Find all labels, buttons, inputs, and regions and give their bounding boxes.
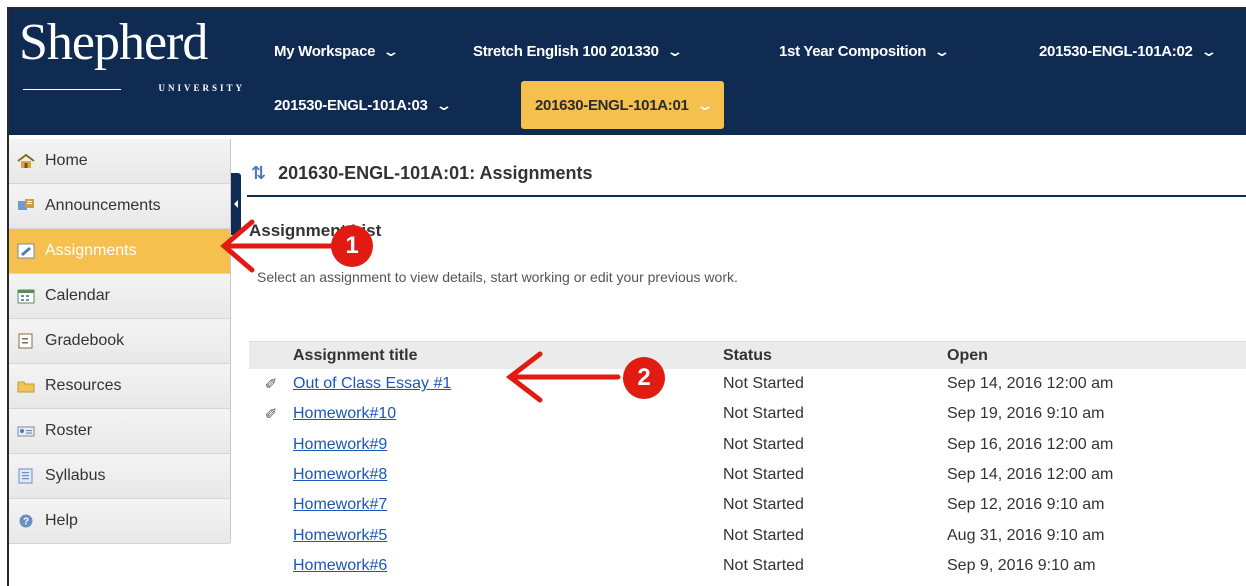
sidebar-item-help[interactable]: ? Help [9, 499, 230, 544]
chevron-down-icon: ⌄ [434, 97, 453, 113]
university-logo[interactable]: Shepherd UNIVERSITY [19, 15, 249, 107]
step-2-badge: 2 [623, 357, 665, 399]
chevron-down-icon: ⌄ [695, 97, 714, 113]
table-header-row: Assignment title Status Open [249, 341, 1246, 369]
sidebar-item-calendar[interactable]: Calendar [9, 274, 230, 319]
sidebar-item-label: Syllabus [45, 467, 106, 484]
sidebar-item-label: Roster [45, 422, 93, 439]
assignment-link[interactable]: Homework#7 [293, 496, 387, 513]
nav-engl-101a-03[interactable]: 201530-ENGL-101A:03 ⌄ [274, 81, 453, 129]
chevron-down-icon: ⌄ [933, 43, 951, 59]
chevron-down-icon: ⌄ [665, 43, 684, 59]
sidebar-collapse-toggle[interactable] [231, 173, 241, 235]
table-row: Homework#5 Not Started Aug 31, 2016 9:10… [249, 520, 1246, 550]
nav-label: 201530-ENGL-101A:03 [274, 97, 428, 114]
assignment-link[interactable]: Homework#8 [293, 466, 387, 483]
gradebook-icon [18, 333, 33, 349]
open-date-cell: Sep 9, 2016 9:10 am [947, 556, 1096, 574]
status-cell: Not Started [723, 496, 804, 514]
assignment-table: Assignment title Status Open ✐ Out of Cl… [249, 341, 1246, 581]
table-row: ✐ Homework#10 Not Started Sep 19, 2016 9… [249, 399, 1246, 429]
sidebar-item-label: Home [45, 152, 88, 169]
status-cell: Not Started [723, 435, 804, 453]
assignment-link[interactable]: Homework#10 [293, 405, 396, 422]
sidebar-item-home[interactable]: Home [9, 139, 230, 184]
calendar-icon [17, 289, 35, 304]
open-date-cell: Sep 16, 2016 12:00 am [947, 435, 1114, 453]
sidebar-item-resources[interactable]: Resources [9, 364, 230, 409]
sidebar-item-label: Help [45, 512, 78, 529]
status-cell: Not Started [723, 405, 804, 423]
column-header-title[interactable]: Assignment title [293, 347, 723, 365]
sidebar-item-roster[interactable]: Roster [9, 409, 230, 454]
page-title: ⇅ 201630-ENGL-101A:01: Assignments [247, 159, 593, 187]
sidebar-item-assignments[interactable]: Assignments [9, 229, 230, 274]
table-row: Homework#7 Not Started Sep 12, 2016 9:10… [249, 490, 1246, 520]
announcements-icon [18, 199, 34, 210]
chevron-down-icon: ⌄ [1199, 43, 1218, 59]
sidebar-item-label: Assignments [45, 242, 137, 259]
attachment-icon: ✐ [264, 406, 278, 424]
nav-stretch-english[interactable]: Stretch English 100 201330 ⌄ [473, 27, 684, 75]
open-date-cell: Sep 19, 2016 9:10 am [947, 405, 1105, 423]
status-cell: Not Started [723, 375, 804, 393]
nav-my-workspace[interactable]: My Workspace ⌄ [274, 27, 400, 75]
sidebar-item-label: Resources [45, 377, 122, 394]
open-date-cell: Sep 14, 2016 12:00 am [947, 375, 1114, 393]
folder-icon [17, 381, 35, 393]
app-window: Shepherd UNIVERSITY My Workspace ⌄ Stretc… [7, 7, 1246, 586]
nav-engl-101a-02[interactable]: 201530-ENGL-101A:02 ⌄ [1039, 27, 1218, 75]
nav-label: Stretch English 100 201330 [473, 43, 659, 60]
main-content: ⇅ 201630-ENGL-101A:01: Assignments Assig… [247, 139, 1246, 586]
table-row: Homework#8 Not Started Sep 14, 2016 12:0… [249, 460, 1246, 490]
logo-wordmark: Shepherd [19, 14, 208, 71]
open-date-cell: Sep 12, 2016 9:10 am [947, 496, 1105, 514]
sidebar-item-label: Gradebook [45, 332, 125, 349]
roster-icon [17, 426, 35, 437]
column-header-open[interactable]: Open [947, 347, 1246, 365]
open-date-cell: Aug 31, 2016 9:10 am [947, 526, 1105, 544]
page-title-text: 201630-ENGL-101A:01: Assignments [278, 162, 593, 183]
attachment-icon: ✐ [264, 376, 278, 394]
help-icon: ? [19, 514, 33, 528]
nav-label: My Workspace [274, 43, 376, 60]
table-row: ✐ Out of Class Essay #1 Not Started Sep … [249, 369, 1246, 399]
table-row: Homework#9 Not Started Sep 16, 2016 12:0… [249, 430, 1246, 460]
nav-engl-101a-01-active[interactable]: 201630-ENGL-101A:01 ⌄ [521, 81, 724, 129]
logo-subtitle: UNIVERSITY [158, 83, 245, 93]
table-row: Homework#6 Not Started Sep 9, 2016 9:10 … [249, 551, 1246, 581]
status-cell: Not Started [723, 556, 804, 574]
assignment-link[interactable]: Homework#6 [293, 557, 387, 574]
sidebar-item-label: Announcements [45, 197, 161, 214]
logo-rule [23, 89, 121, 90]
assignment-link[interactable]: Homework#9 [293, 436, 387, 453]
instructions-text: Select an assignment to view details, st… [257, 269, 738, 285]
home-icon [17, 153, 35, 168]
step-1-badge: 1 [331, 225, 373, 267]
nav-label: 201630-ENGL-101A:01 [535, 97, 689, 114]
assignment-link[interactable]: Homework#5 [293, 527, 387, 544]
tool-sidebar: Home Announcements Assignments Calendar … [9, 139, 231, 544]
nav-first-year-composition[interactable]: 1st Year Composition ⌄ [779, 27, 951, 75]
assignment-link[interactable]: Out of Class Essay #1 [293, 375, 451, 392]
open-date-cell: Sep 14, 2016 12:00 am [947, 466, 1114, 484]
reset-icon[interactable]: ⇅ [251, 163, 266, 184]
chevron-down-icon: ⌄ [382, 43, 400, 59]
site-header: Shepherd UNIVERSITY My Workspace ⌄ Stretc… [9, 9, 1246, 135]
status-cell: Not Started [723, 466, 804, 484]
status-cell: Not Started [723, 526, 804, 544]
sidebar-item-syllabus[interactable]: Syllabus [9, 454, 230, 499]
sidebar-item-announcements[interactable]: Announcements [9, 184, 230, 229]
assignments-icon [17, 243, 35, 259]
title-divider [247, 195, 1246, 197]
nav-label: 1st Year Composition [779, 43, 927, 60]
syllabus-icon [18, 468, 33, 484]
svg-text:?: ? [23, 517, 29, 528]
sidebar-item-label: Calendar [45, 287, 110, 304]
column-header-status[interactable]: Status [723, 347, 947, 365]
nav-label: 201530-ENGL-101A:02 [1039, 43, 1193, 60]
sidebar-item-gradebook[interactable]: Gradebook [9, 319, 230, 364]
